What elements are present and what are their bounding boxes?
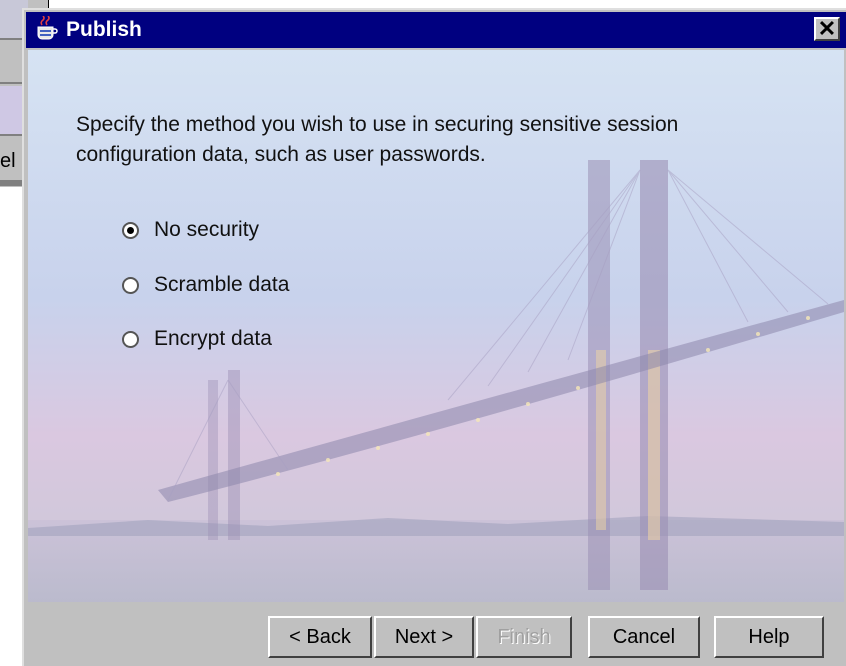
- radio-scramble-data[interactable]: Scramble data: [122, 270, 289, 300]
- wizard-content-panel: Specify the method you wish to use in se…: [28, 50, 844, 602]
- radio-no-security[interactable]: No security: [122, 215, 259, 245]
- close-icon: ✕: [817, 16, 837, 41]
- radio-button[interactable]: [122, 330, 139, 348]
- security-method-prompt: Specify the method you wish to use in se…: [76, 113, 679, 166]
- radio-button[interactable]: [122, 276, 139, 294]
- wizard-button-bar: < Back Next > Finish Cancel Help: [28, 604, 844, 666]
- java-cup-icon: [34, 16, 60, 42]
- radio-encrypt-data[interactable]: Encrypt data: [122, 324, 272, 354]
- close-button[interactable]: ✕: [814, 17, 840, 41]
- radio-label: No security: [154, 218, 260, 241]
- finish-button: Finish: [476, 616, 572, 658]
- window-title: Publish: [66, 18, 142, 41]
- radio-button-selected[interactable]: [122, 221, 139, 239]
- title-bar[interactable]: Publish ✕: [26, 12, 846, 48]
- cancel-button[interactable]: Cancel: [588, 616, 700, 658]
- back-button[interactable]: < Back: [268, 616, 372, 658]
- next-button[interactable]: Next >: [374, 616, 474, 658]
- radio-label: Scramble data: [154, 273, 290, 296]
- publish-dialog: Publish ✕ Specify the method you wish to…: [22, 8, 846, 666]
- help-button[interactable]: Help: [714, 616, 824, 658]
- radio-label: Encrypt data: [154, 327, 272, 350]
- background-window-label: el: [0, 150, 16, 172]
